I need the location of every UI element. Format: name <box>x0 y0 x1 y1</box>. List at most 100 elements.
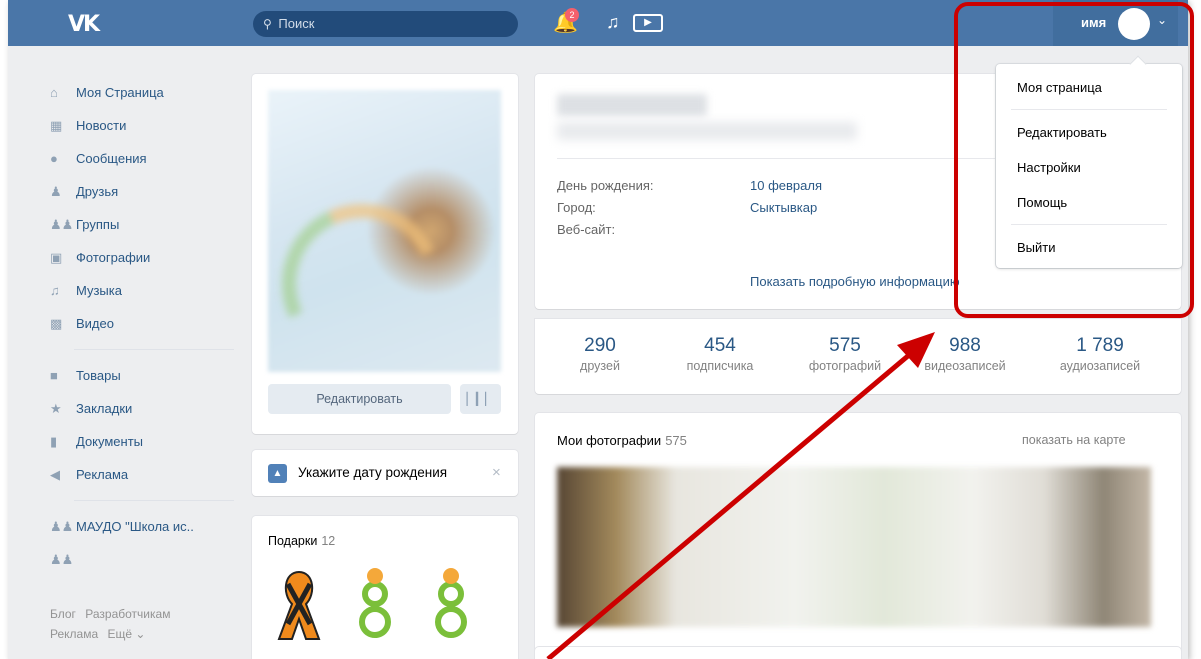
sidebar-item-label: Новости <box>76 118 127 133</box>
search-placeholder: Поиск <box>278 16 315 31</box>
sidebar-item-label: МАУДО "Школа ис.. <box>76 519 194 534</box>
sidebar-item-label: Группы <box>76 217 120 232</box>
gifts-card: Подарки 12 <box>252 516 518 659</box>
music-icon: ♫ <box>50 283 60 298</box>
info-value[interactable]: Сыктывкар <box>750 200 817 222</box>
counter-value: 988 <box>949 335 981 356</box>
counter-label: друзей <box>580 359 620 373</box>
sidebar-item-messages[interactable]: ● Сообщения <box>50 142 225 175</box>
sidebar-item-photos[interactable]: ▣ Фотографии <box>50 241 225 274</box>
profile-name-blurred <box>557 94 707 116</box>
sidebar-divider <box>74 500 234 501</box>
footer-link-blog[interactable]: Блог <box>50 607 76 621</box>
notifications-button[interactable]: 🔔 2 <box>553 8 579 36</box>
counter-followers[interactable]: 454 подписчика <box>665 335 775 373</box>
counter-audio[interactable]: 1 789 аудиозаписей <box>1045 335 1155 373</box>
sidebar-item-label: Видео <box>76 316 114 331</box>
friends-icon: ♟ <box>50 183 62 199</box>
music-player-button[interactable]: ♫ <box>606 12 620 33</box>
gifts-label: Подарки <box>268 534 318 548</box>
sidebar-item-school-group[interactable]: ♟♟ МАУДО "Школа ис.. <box>50 510 225 543</box>
sidebar-item-label: Моя Страница <box>76 85 164 100</box>
counter-friends[interactable]: 290 друзей <box>545 335 655 373</box>
info-label: Город: <box>557 200 596 215</box>
bag-icon: ■ <box>50 368 58 383</box>
sidebar-item-goods[interactable]: ■ Товары <box>50 359 225 392</box>
info-label: День рождения: <box>557 178 654 193</box>
document-icon: ▮ <box>50 433 58 449</box>
sidebar-item-label: Сообщения <box>76 151 147 166</box>
photos-title[interactable]: Мои фотографии 575 <box>557 433 687 448</box>
sidebar-item-news[interactable]: ▦ Новости <box>50 109 225 142</box>
profile-status-blurred <box>557 122 857 140</box>
sidebar-item-label: Фотографии <box>76 250 151 265</box>
group-icon: ♟♟ <box>50 551 74 567</box>
video-icon: ▩ <box>50 315 63 331</box>
messages-icon: ● <box>50 151 58 166</box>
sidebar-item-bookmarks[interactable]: ★ Закладки <box>50 392 225 425</box>
info-label: Веб-сайт: <box>557 222 616 237</box>
counter-value: 1 789 <box>1076 335 1124 356</box>
birthday-prompt-card[interactable]: ▲ Укажите дату рождения × <box>252 450 518 496</box>
counter-label: аудиозаписей <box>1059 359 1141 373</box>
sidebar-item-friends[interactable]: ♟ Друзья <box>50 175 225 208</box>
gifts-title[interactable]: Подарки 12 <box>268 534 335 548</box>
close-icon[interactable]: × <box>492 464 501 481</box>
profile-photo-card: Редактировать ▏▎▏ <box>252 74 518 434</box>
play-button[interactable]: ▶ <box>633 14 663 32</box>
megaphone-icon: ◀ <box>50 466 60 482</box>
footer-link-developers[interactable]: Разработчикам <box>85 607 170 621</box>
photos-label: Мои фотографии <box>557 433 662 448</box>
sidebar-item-label: Реклама <box>76 467 129 482</box>
counter-label: видеозаписей <box>924 359 1006 373</box>
star-icon: ★ <box>50 400 62 416</box>
gifts-count: 12 <box>321 534 336 548</box>
counter-value: 575 <box>829 335 861 356</box>
counter-value: 290 <box>584 335 616 356</box>
sidebar-item-label: Закладки <box>76 401 133 416</box>
gift-flower-icon[interactable] <box>350 564 400 644</box>
sidebar-item-groups[interactable]: ♟♟ Группы <box>50 208 225 241</box>
counter-label: подписчика <box>686 359 754 373</box>
notifications-badge: 2 <box>565 8 579 22</box>
home-icon: ⌂ <box>50 85 58 100</box>
sidebar-item-group[interactable]: ♟♟ <box>50 543 225 576</box>
show-more-info-link[interactable]: Показать подробную информацию <box>750 274 960 289</box>
sidebar-divider <box>74 349 234 350</box>
gift-flower-icon[interactable] <box>426 564 476 644</box>
gift-ribbon-icon[interactable] <box>274 564 324 644</box>
counter-photos[interactable]: 575 фотографий <box>790 335 900 373</box>
camera-icon: ▣ <box>50 249 63 265</box>
sidebar-item-label: Друзья <box>76 184 119 199</box>
search-input[interactable]: ⚲ Поиск <box>253 11 518 37</box>
counters-card: 290 друзей 454 подписчика 575 фотографий 98… <box>535 319 1181 394</box>
birthday-prompt-text: Укажите дату рождения <box>298 465 448 480</box>
counter-videos[interactable]: 988 видеозаписей <box>910 335 1020 373</box>
info-value[interactable]: 10 февраля <box>750 178 822 200</box>
counter-label: фотографий <box>808 359 882 373</box>
vk-logo[interactable]: VK <box>68 12 100 37</box>
groups-icon: ♟♟ <box>50 216 74 232</box>
music-note-icon: ♫ <box>606 12 620 32</box>
news-icon: ▦ <box>50 117 63 133</box>
search-icon: ⚲ <box>263 17 272 31</box>
bar-chart-icon: ▏▎▏ <box>466 392 495 406</box>
sidebar-item-label: Музыка <box>76 283 122 298</box>
sidebar-item-video[interactable]: ▩ Видео <box>50 307 225 340</box>
footer-link-more[interactable]: Ещё ⌄ <box>107 627 145 641</box>
sidebar-item-label: Товары <box>76 368 121 383</box>
show-on-map-link[interactable]: показать на карте <box>1022 433 1126 447</box>
sidebar-item-documents[interactable]: ▮ Документы <box>50 425 225 458</box>
sidebar-item-music[interactable]: ♫ Музыка <box>50 274 225 307</box>
cake-icon: ▲ <box>268 464 287 483</box>
counter-value: 454 <box>704 335 736 356</box>
sidebar-item-my-page[interactable]: ⌂ Моя Страница <box>50 76 225 109</box>
play-icon: ▶ <box>644 17 652 28</box>
highlight-box <box>954 2 1194 318</box>
edit-profile-button[interactable]: Редактировать <box>268 384 451 414</box>
footer-link-ads[interactable]: Реклама <box>50 627 98 641</box>
stats-button[interactable]: ▏▎▏ <box>460 384 501 414</box>
sidebar-item-ads[interactable]: ◀ Реклама <box>50 458 225 491</box>
photos-count: 575 <box>665 433 687 448</box>
photos-strip[interactable] <box>557 467 1151 627</box>
